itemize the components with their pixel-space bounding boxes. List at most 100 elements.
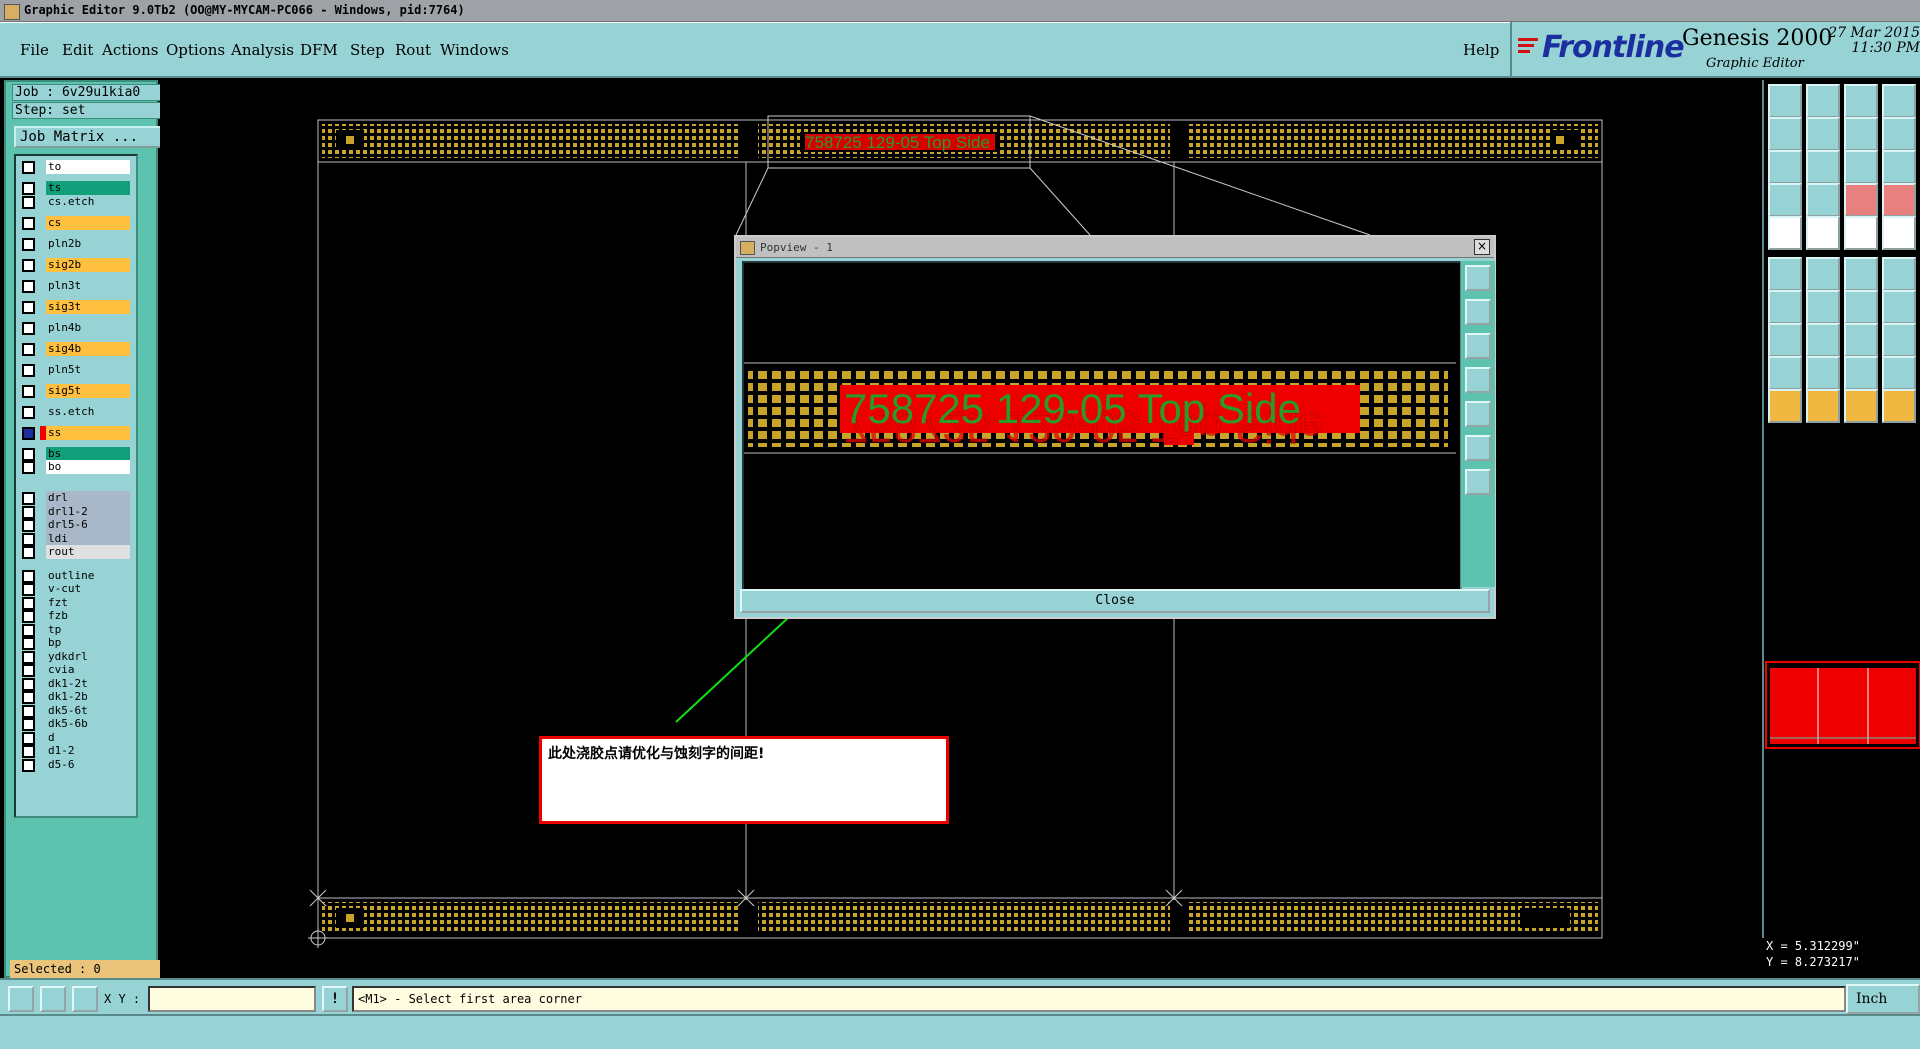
popview-fit-icon[interactable]	[1465, 435, 1491, 461]
layer-checkbox[interactable]	[22, 447, 35, 461]
scale-icon[interactable]	[1844, 216, 1878, 250]
layer-checkbox[interactable]	[22, 300, 35, 314]
menu-actions[interactable]: Actions	[102, 41, 158, 59]
layer-row-pln2b[interactable]: pln2b	[20, 236, 132, 251]
layer-checkbox[interactable]	[22, 363, 35, 377]
triangle-icon[interactable]	[1768, 356, 1802, 390]
zoom-home-icon[interactable]	[1768, 84, 1802, 118]
pointer-icon[interactable]	[1768, 389, 1802, 423]
layer-checkbox[interactable]	[22, 677, 35, 691]
layer-checkbox[interactable]	[22, 342, 35, 356]
menu-step[interactable]: Step	[350, 41, 385, 59]
menu-dfm[interactable]: DFM	[300, 41, 338, 59]
layer-checkbox[interactable]	[22, 718, 35, 731]
popview-pan-right-icon[interactable]	[1465, 401, 1491, 427]
layer-row-drl[interactable]: drl	[20, 491, 132, 505]
layer-checkbox[interactable]	[22, 492, 35, 505]
layer-row-cvia[interactable]: cvia	[20, 663, 132, 677]
layer-checkbox[interactable]	[22, 704, 35, 718]
menu-file[interactable]: File	[20, 41, 49, 59]
layer-row-cs.etch[interactable]: cs.etch	[20, 194, 132, 209]
view-window-icon[interactable]	[1882, 84, 1916, 118]
layer-checkbox[interactable]	[22, 623, 35, 637]
popview-zoom-in-icon[interactable]	[1465, 299, 1491, 325]
route-icon[interactable]	[1882, 389, 1916, 423]
layer-checkbox[interactable]	[22, 731, 35, 745]
menu-analysis[interactable]: Analysis	[231, 41, 294, 59]
alert-icon[interactable]: !	[322, 986, 348, 1012]
layer-row-dk5-6b[interactable]: dk5-6b	[20, 717, 132, 731]
window-title-bar[interactable]: Graphic Editor 9.0Tb2 (OO@MY-MYCAM-PC066…	[0, 0, 1920, 22]
layer-checkbox[interactable]	[22, 596, 35, 610]
menu-rout[interactable]: Rout	[395, 41, 431, 59]
pointer-select-icon[interactable]	[1806, 389, 1840, 423]
popview-close-button[interactable]: Close	[740, 589, 1490, 613]
region-icon[interactable]	[1806, 216, 1840, 250]
layer-row-ts[interactable]: ts	[20, 181, 132, 195]
layer-checkbox[interactable]	[22, 279, 35, 293]
job-matrix-button[interactable]: Job Matrix ...	[14, 126, 162, 148]
layer-row-ydkdrl[interactable]: ydkdrl	[20, 649, 132, 664]
layer-row-fzb[interactable]: fzb	[20, 609, 132, 623]
layer-row-d1-2[interactable]: d1-2	[20, 744, 132, 758]
popview-canvas[interactable]: 758725 129-05 Top Side 758725 129-05 Top…	[742, 261, 1462, 591]
split-icon[interactable]	[1806, 323, 1840, 357]
layer-row-drl5-6[interactable]: drl5-6	[20, 518, 132, 532]
menu-windows[interactable]: Windows	[440, 41, 509, 59]
layer-checkbox[interactable]	[22, 161, 35, 174]
layer-row-fzt[interactable]: fzt	[20, 595, 132, 610]
grid-view-icon[interactable]	[1806, 183, 1840, 217]
pointer-net-icon[interactable]	[1844, 389, 1878, 423]
popview-fit-width-icon[interactable]	[1465, 469, 1491, 495]
zoom-back-icon[interactable]	[1844, 117, 1878, 151]
popview-title-bar[interactable]: Popview - 1 ×	[736, 237, 1494, 258]
slope-icon[interactable]	[1806, 290, 1840, 324]
measure-icon[interactable]	[1768, 183, 1802, 217]
layer-row-d5-6[interactable]: d5-6	[20, 757, 132, 772]
snap-mode-icon[interactable]	[8, 986, 34, 1012]
layer-checkbox[interactable]	[22, 519, 35, 532]
popview-zoom-home-icon[interactable]	[1465, 265, 1491, 291]
layer-checkbox[interactable]	[22, 532, 35, 546]
layer-row-sig4b[interactable]: sig4b	[20, 341, 132, 356]
center-icon[interactable]	[1806, 150, 1840, 184]
snap-view-icon[interactable]	[1882, 117, 1916, 151]
layer-row-sig2b[interactable]: sig2b	[20, 257, 132, 272]
layer-checkbox[interactable]	[22, 610, 35, 623]
cross-icon[interactable]	[1806, 257, 1840, 291]
unit-selector[interactable]: Inch	[1846, 984, 1920, 1014]
add-pad-icon[interactable]	[1768, 323, 1802, 357]
popview-close-icon[interactable]: ×	[1474, 239, 1490, 255]
pan-left-icon[interactable]	[1768, 117, 1802, 151]
pan-right-icon[interactable]	[1806, 117, 1840, 151]
layer-row-rout[interactable]: rout	[20, 545, 132, 559]
layer-checkbox[interactable]	[22, 637, 35, 650]
layer-row-pln5t[interactable]: pln5t	[20, 362, 132, 377]
layer-checkbox[interactable]	[22, 546, 35, 559]
popview-pan-left-icon[interactable]	[1465, 367, 1491, 393]
zoom-fit-icon[interactable]	[1844, 84, 1878, 118]
layer-row-pln4b[interactable]: pln4b	[20, 320, 132, 335]
layer-row-v-cut[interactable]: v-cut	[20, 582, 132, 596]
layer-row-ss[interactable]: ss	[20, 425, 132, 440]
layer-row-ldi[interactable]: ldi	[20, 531, 132, 546]
align-icon[interactable]	[1844, 323, 1878, 357]
layer-row-cs[interactable]: cs	[20, 215, 132, 230]
layer-checkbox[interactable]	[22, 505, 35, 519]
pattern-icon[interactable]	[1882, 323, 1916, 357]
popview-zoom-out-icon[interactable]	[1465, 333, 1491, 359]
layer-row-dk1-2b[interactable]: dk1-2b	[20, 690, 132, 704]
triangle-a-icon[interactable]	[1806, 356, 1840, 390]
menu-options[interactable]: Options	[166, 41, 225, 59]
zoom-in-icon[interactable]	[1806, 84, 1840, 118]
layer-checkbox[interactable]	[22, 691, 35, 704]
line-icon[interactable]	[1844, 257, 1878, 291]
ratio-icon[interactable]	[1844, 150, 1878, 184]
layer-row-sig3t[interactable]: sig3t	[20, 299, 132, 314]
layer-row-bs[interactable]: bs	[20, 446, 132, 461]
layer-checkbox[interactable]	[22, 583, 35, 596]
xy-input[interactable]	[148, 986, 316, 1012]
node-icon[interactable]	[1882, 257, 1916, 291]
layer-row-drl1-2[interactable]: drl1-2	[20, 504, 132, 519]
layer-checkbox[interactable]	[22, 237, 35, 251]
